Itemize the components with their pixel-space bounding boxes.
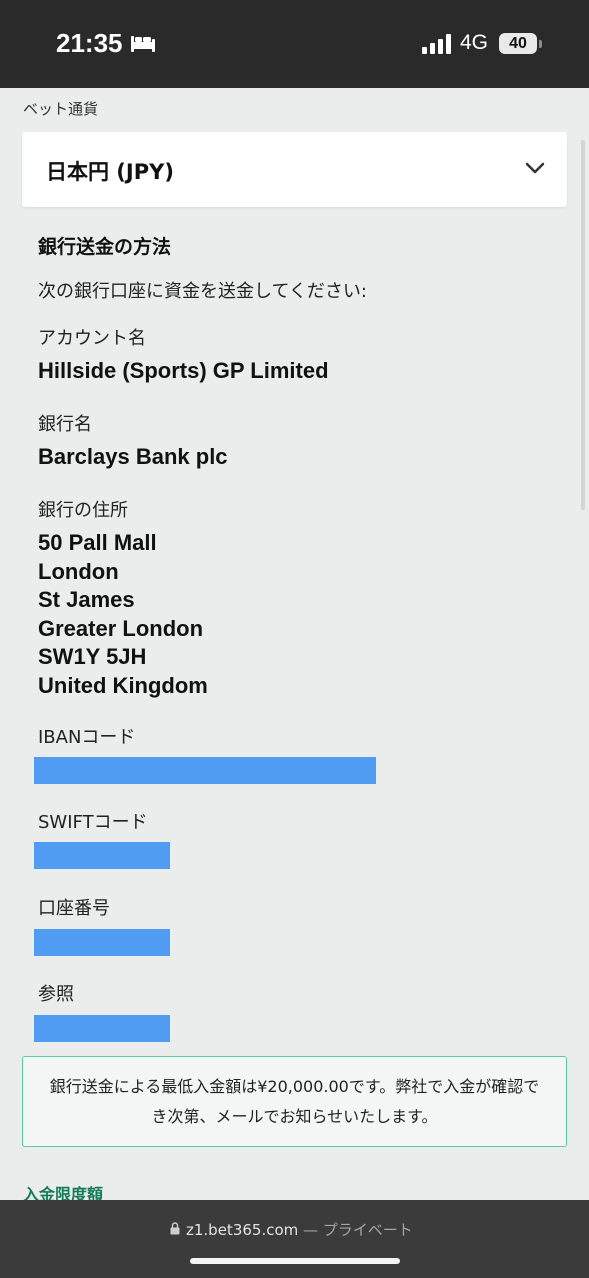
iban-label: IBANコード bbox=[38, 727, 136, 748]
scrollbar[interactable] bbox=[581, 140, 585, 510]
account-number-label: 口座番号 bbox=[38, 898, 110, 919]
transfer-instruction: 次の銀行口座に資金を送金してください: bbox=[38, 281, 367, 302]
minimum-deposit-notice: 銀行送金による最低入金額は¥20,000.00です。弊社で入金が確認でき次第、メ… bbox=[22, 1056, 567, 1147]
swift-label: SWIFTコード bbox=[38, 812, 148, 833]
reference-redacted-value bbox=[34, 1015, 170, 1042]
battery-icon: 40 bbox=[499, 33, 537, 54]
lock-icon bbox=[170, 1222, 180, 1235]
chevron-down-icon bbox=[525, 162, 545, 174]
bank-address-value: 50 Pall Mall London St James Greater Lon… bbox=[38, 529, 208, 700]
address-line: United Kingdom bbox=[38, 672, 208, 698]
url-domain: z1.bet365.com bbox=[186, 1221, 299, 1239]
battery-cap bbox=[539, 40, 542, 48]
sleep-mode-icon bbox=[131, 36, 155, 52]
bank-transfer-title: 銀行送金の方法 bbox=[38, 236, 172, 258]
cellular-signal-icon bbox=[422, 34, 451, 54]
iban-redacted-value bbox=[34, 757, 376, 784]
currency-label: ベット通貨 bbox=[23, 100, 99, 118]
home-indicator[interactable] bbox=[190, 1258, 400, 1264]
address-line: SW1Y 5JH bbox=[38, 644, 147, 669]
swift-redacted-value bbox=[34, 842, 170, 869]
currency-selected-value: 日本円 (JPY) bbox=[46, 160, 174, 184]
account-name-label: アカウント名 bbox=[38, 328, 146, 349]
address-line: Greater London bbox=[38, 615, 204, 641]
browser-address-bar: z1.bet365.com — プライベート bbox=[0, 1200, 589, 1278]
status-bar: 21:35 4G 40 bbox=[0, 0, 589, 88]
currency-dropdown[interactable]: 日本円 (JPY) bbox=[22, 132, 567, 207]
network-type: 4G bbox=[460, 31, 489, 54]
notice-text: 銀行送金による最低入金額は¥20,000.00です。弊社で入金が確認でき次第、メ… bbox=[49, 1076, 540, 1126]
private-mode-label: — プライベート bbox=[298, 1221, 413, 1239]
account-name-value: Hillside (Sports) GP Limited bbox=[38, 358, 329, 383]
reference-label: 参照 bbox=[38, 984, 74, 1005]
address-line: London bbox=[38, 558, 119, 584]
status-time: 21:35 bbox=[56, 28, 123, 58]
bank-address-label: 銀行の住所 bbox=[38, 500, 128, 521]
address-line: St James bbox=[38, 587, 135, 612]
url-display[interactable]: z1.bet365.com — プライベート bbox=[186, 1219, 413, 1240]
bank-name-label: 銀行名 bbox=[38, 414, 92, 435]
address-line: 50 Pall Mall bbox=[38, 530, 157, 555]
account-number-redacted-value bbox=[34, 929, 170, 956]
bank-name-value: Barclays Bank plc bbox=[38, 444, 228, 469]
